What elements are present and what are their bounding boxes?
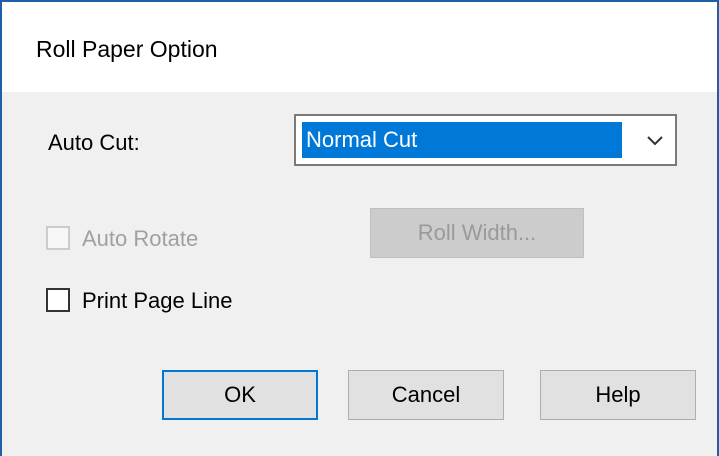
- print-page-line-label: Print Page Line: [82, 288, 233, 313]
- roll-width-button[interactable]: Roll Width...: [370, 208, 584, 258]
- dialog-title: Roll Paper Option: [36, 36, 218, 62]
- title-bar: Roll Paper Option: [2, 2, 717, 92]
- auto-rotate-checkbox[interactable]: [46, 226, 70, 250]
- auto-cut-selected-value: Normal Cut: [302, 122, 622, 158]
- cancel-button[interactable]: Cancel: [348, 370, 504, 420]
- auto-rotate-label: Auto Rotate: [82, 226, 199, 251]
- auto-cut-label: Auto Cut:: [48, 130, 140, 155]
- print-page-line-checkbox[interactable]: [46, 288, 70, 312]
- help-button[interactable]: Help: [540, 370, 696, 420]
- ok-button[interactable]: OK: [162, 370, 318, 420]
- chevron-down-icon: [647, 136, 663, 146]
- dialog-window: Roll Paper Option Auto Cut: Normal Cut A…: [0, 0, 719, 456]
- auto-cut-select[interactable]: Normal Cut: [294, 114, 677, 166]
